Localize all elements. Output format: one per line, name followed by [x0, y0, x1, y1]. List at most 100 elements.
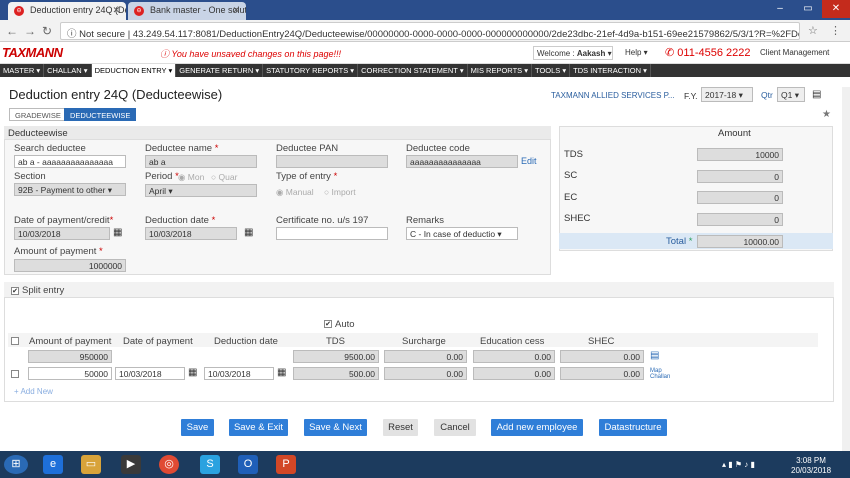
remarks-select[interactable]: C - In case of deductio ▾ — [406, 227, 518, 240]
section-select[interactable]: 92B - Payment to other ▾ — [14, 183, 126, 196]
edit-link[interactable]: Edit — [521, 156, 537, 166]
menu-master[interactable]: MASTER ▾ — [0, 64, 45, 77]
secure-label: Not secure — [79, 29, 126, 40]
close-window-icon[interactable]: ✕ — [822, 0, 850, 18]
menu-tds-interaction[interactable]: TDS INTERACTION ▾ — [570, 64, 651, 77]
split-entry-checkbox[interactable]: ✔ — [11, 287, 19, 295]
map-challan-link[interactable]: Map Challan — [650, 368, 682, 380]
menu-tools[interactable]: TOOLS ▾ — [532, 64, 571, 77]
reload-icon[interactable]: ↻ — [42, 24, 52, 38]
tab-gradewise[interactable]: GRADEWISE — [9, 108, 67, 121]
clock[interactable]: 3:08 PM 20/03/2018 — [791, 456, 831, 476]
col-deduction-date: Deduction date — [214, 336, 278, 347]
calendar-icon[interactable]: ▦ — [277, 367, 286, 378]
scrollbar[interactable] — [842, 87, 850, 451]
minimize-icon[interactable]: – — [766, 0, 794, 18]
menu-dots-icon[interactable]: ⋮ — [830, 24, 841, 37]
tab-deducteewise[interactable]: DEDUCTEEWISE — [64, 108, 137, 121]
close-tab-icon[interactable]: ✕ — [232, 5, 240, 16]
powerpoint-icon[interactable]: P — [276, 455, 296, 474]
menu-mis-reports[interactable]: MIS REPORTS ▾ — [468, 64, 532, 77]
row1-map-icon[interactable]: ▤ — [650, 350, 659, 361]
calendar-icon[interactable]: ▦ — [113, 227, 122, 238]
row2-amount[interactable]: 50000 — [28, 367, 112, 380]
calendar-icon[interactable]: ▦ — [244, 227, 253, 238]
favicon-icon: ⊖ — [134, 6, 144, 16]
url-text: 43.249.54.117:8081/DeductionEntry24Q/Ded… — [132, 29, 799, 40]
date-of-payment-input[interactable]: 10/03/2018 — [14, 227, 110, 240]
period-mon-radio[interactable]: ◉ Mon — [178, 172, 204, 183]
client-management-link[interactable]: Client Management — [760, 48, 829, 57]
type-of-entry-label: Type of entry * — [276, 171, 338, 182]
ec-input[interactable]: 0 — [697, 191, 783, 204]
date-of-payment-label: Date of payment/credit* — [14, 215, 114, 226]
menu-generate-return[interactable]: GENERATE RETURN ▾ — [176, 64, 264, 77]
favorite-star-icon[interactable]: ★ — [822, 109, 831, 120]
row2-date-of-payment[interactable]: 10/03/2018 — [115, 367, 185, 380]
menu-statutory-reports[interactable]: STATUTORY REPORTS ▾ — [263, 64, 359, 77]
menu-correction-statement[interactable]: CORRECTION STATEMENT ▾ — [358, 64, 468, 77]
datastructure-button[interactable]: Datastructure — [599, 419, 667, 436]
cancel-button[interactable]: Cancel — [434, 419, 476, 436]
menu-challan[interactable]: CHALLAN ▾ — [44, 64, 92, 77]
bookmark-star-icon[interactable]: ☆ — [808, 24, 818, 37]
url-input[interactable]: ⓘ Not secure | 43.249.54.117:8081/Deduct… — [60, 22, 800, 40]
menu-deduction-entry[interactable]: DEDUCTION ENTRY ▾ — [91, 64, 177, 77]
certificate-input[interactable] — [276, 227, 388, 240]
save-button[interactable]: Save — [181, 419, 214, 436]
deductee-name-input[interactable]: ab a — [145, 155, 257, 168]
back-icon[interactable]: ← — [6, 24, 18, 38]
reset-button[interactable]: Reset — [383, 419, 418, 436]
amount-of-payment-input[interactable]: 1000000 — [14, 259, 126, 272]
fy-select[interactable]: 2017-18 ▾ — [701, 87, 753, 102]
browser-tab-bar: ⊖ Deduction entry 24Q (De ✕ ⊖ Bank maste… — [0, 0, 850, 20]
browser-tab-deduction[interactable]: ⊖ Deduction entry 24Q (De ✕ — [8, 2, 126, 20]
row2-deduction-date[interactable]: 10/03/2018 — [204, 367, 274, 380]
period-label: Period * — [145, 171, 179, 182]
folder-icon[interactable]: ▭ — [81, 455, 101, 474]
unsaved-warning: ⓘ You have unsaved changes on this page!… — [160, 49, 341, 59]
sc-input[interactable]: 0 — [697, 170, 783, 183]
tds-label: TDS — [564, 149, 583, 160]
auto-checkbox[interactable]: ✔ — [324, 320, 332, 328]
media-player-icon[interactable]: ▶ — [121, 455, 141, 474]
skype-icon[interactable]: S — [200, 455, 220, 474]
save-exit-button[interactable]: Save & Exit — [229, 419, 288, 436]
deductee-code-input[interactable]: aaaaaaaaaaaaaaa — [406, 155, 518, 168]
deductee-pan-input[interactable] — [276, 155, 388, 168]
add-new-employee-button[interactable]: Add new employee — [491, 419, 583, 436]
shec-input[interactable]: 0 — [697, 213, 783, 226]
deduction-date-label: Deduction date * — [145, 215, 216, 226]
type-manual-radio[interactable]: ◉ Manual — [276, 187, 314, 198]
type-import-radio[interactable]: ○ Import — [324, 187, 356, 197]
deduction-date-input[interactable]: 10/03/2018 — [145, 227, 237, 240]
fy-label: F.Y. — [684, 91, 698, 101]
chrome-icon[interactable]: ◎ — [159, 455, 179, 474]
maximize-icon[interactable]: ▭ — [794, 0, 822, 18]
outlook-icon[interactable]: O — [238, 455, 258, 474]
qtr-select[interactable]: Q1 ▾ — [777, 87, 805, 102]
ie-icon[interactable]: e — [43, 455, 63, 474]
card-icon[interactable]: ▤ — [812, 89, 821, 100]
total-label: Total * — [666, 236, 693, 247]
save-next-button[interactable]: Save & Next — [304, 419, 367, 436]
company-name[interactable]: TAXMANN ALLIED SERVICES P... — [551, 91, 675, 100]
start-icon[interactable]: ⊞ — [4, 455, 28, 474]
tds-input[interactable]: 10000 — [697, 148, 783, 161]
select-all-checkbox[interactable] — [11, 337, 19, 345]
period-select[interactable]: April ▾ — [145, 184, 257, 197]
welcome-user-dropdown[interactable]: Welcome : Aakash ▾ — [533, 46, 613, 60]
tray-icons[interactable]: ▴ ▮ ⚑ ♪ ▮ — [722, 460, 755, 469]
help-menu[interactable]: Help ▾ — [625, 48, 648, 57]
add-new-link[interactable]: + Add New — [14, 387, 53, 396]
info-icon: ⓘ — [67, 29, 80, 40]
browser-tab-bank[interactable]: ⊖ Bank master - One soluti ✕ — [128, 2, 246, 20]
remarks-label: Remarks — [406, 215, 445, 226]
close-tab-icon[interactable]: ✕ — [112, 5, 120, 16]
deductee-code-label: Deductee code — [406, 143, 470, 154]
period-quar-radio[interactable]: ○ Quar — [211, 172, 237, 182]
row2-checkbox[interactable] — [11, 370, 19, 378]
search-deductee-input[interactable]: ab a - aaaaaaaaaaaaaaa — [14, 155, 126, 168]
calendar-icon[interactable]: ▦ — [188, 367, 197, 378]
forward-icon[interactable]: → — [24, 24, 36, 38]
